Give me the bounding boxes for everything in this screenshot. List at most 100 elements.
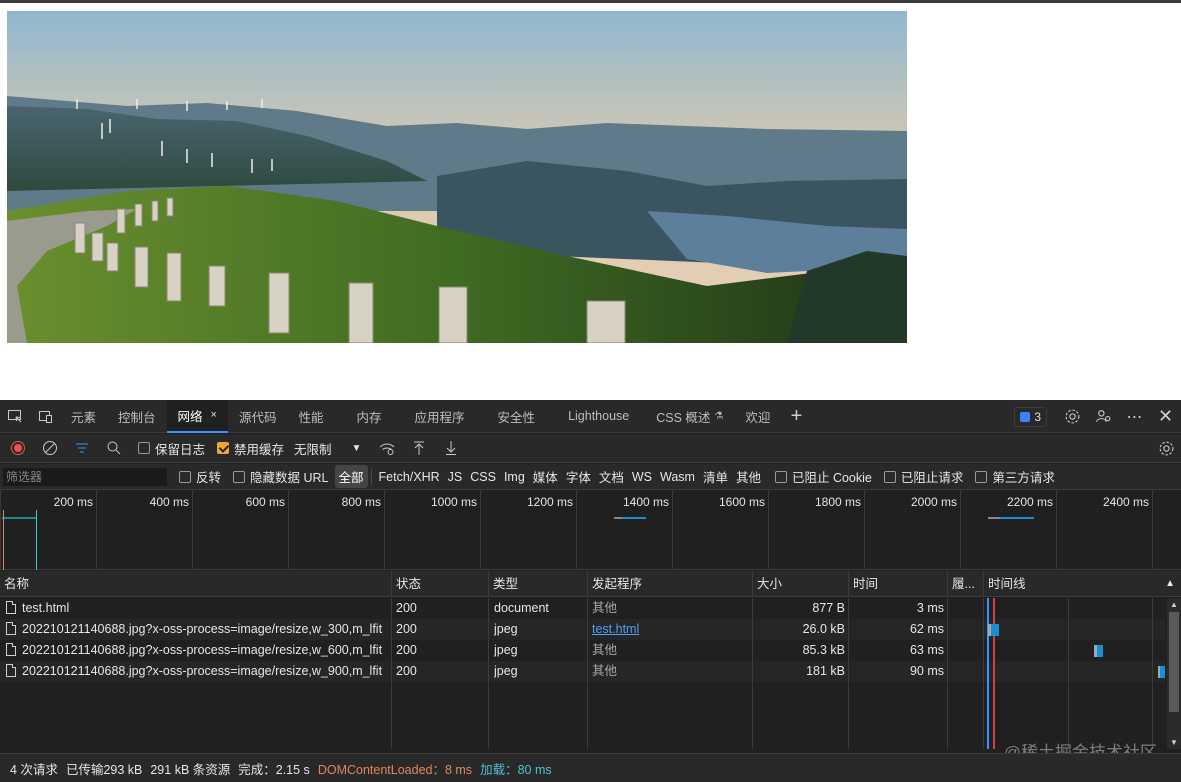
column-header-time[interactable]: 时间	[849, 571, 948, 597]
cell-type: jpeg	[494, 622, 518, 636]
search-button[interactable]	[98, 434, 130, 463]
type-filter-js[interactable]: JS	[444, 468, 467, 486]
record-icon	[11, 441, 25, 455]
preserve-log-label: 保留日志	[155, 442, 206, 457]
column-header-priority[interactable]: 履...	[948, 571, 984, 597]
type-filter-other[interactable]: 其他	[732, 465, 765, 488]
tab-lighthouse[interactable]: Lighthouse	[557, 400, 645, 433]
table-row[interactable]: test.html 200 document 其他 877 B 3 ms	[0, 598, 1165, 619]
tab-security[interactable]: 安全性	[487, 400, 558, 433]
close-devtools-button[interactable]: ✕	[1150, 400, 1181, 433]
tab-elements[interactable]: 元素	[60, 400, 107, 433]
third-party-checkbox[interactable]: 第三方请求	[975, 467, 1055, 486]
filter-input[interactable]: 筛选器	[3, 467, 167, 486]
request-name: 202210121140688.jpg?x-oss-process=image/…	[22, 664, 383, 678]
clear-button[interactable]	[34, 434, 66, 463]
type-filter-doc[interactable]: 文档	[595, 465, 628, 488]
tick-label: 2400 ms	[1102, 495, 1149, 509]
timeline-tick: 1200 ms	[480, 490, 576, 570]
inspect-icon[interactable]	[0, 400, 30, 433]
throttling-select[interactable]: 无限制 ▼	[294, 439, 361, 458]
table-scrollbar[interactable]: ▲ ▼	[1167, 598, 1181, 749]
table-header: 名称 状态 类型 发起程序 大小 时间 履... 时间线 ▲	[0, 571, 1181, 597]
cell-status: 200	[396, 643, 417, 657]
clear-icon	[43, 441, 57, 455]
column-header-type[interactable]: 类型	[489, 571, 588, 597]
filter-toggle-button[interactable]	[66, 434, 98, 463]
filter-bar: 筛选器 反转 隐藏数据 URL 全部 Fetch/XHR JS CSS Img …	[0, 464, 1181, 490]
tick-label: 1600 ms	[718, 495, 765, 509]
scrollbar-thumb[interactable]	[1169, 612, 1179, 712]
filter-icon	[76, 443, 88, 453]
tab-network[interactable]: 网络 ×	[166, 399, 228, 433]
hide-data-urls-checkbox[interactable]: 隐藏数据 URL	[233, 467, 329, 486]
close-tab-icon[interactable]: ×	[211, 409, 217, 421]
type-filter-manifest[interactable]: 清单	[699, 465, 732, 488]
overview-timeline[interactable]: 200 ms 400 ms 600 ms 800 ms 1000 ms 1200…	[0, 490, 1181, 570]
disable-cache-checkbox[interactable]: 禁用缓存	[217, 439, 284, 458]
preserve-log-checkbox[interactable]: 保留日志	[138, 439, 205, 458]
column-header-size[interactable]: 大小	[753, 571, 849, 597]
type-filter-img[interactable]: Img	[500, 468, 529, 486]
blocked-requests-checkbox[interactable]: 已阻止请求	[883, 467, 963, 486]
checkbox-box	[774, 470, 787, 483]
scroll-down-icon[interactable]: ▼	[1170, 738, 1178, 747]
customize-button[interactable]	[1088, 400, 1119, 433]
tab-sources[interactable]: 源代码	[228, 400, 288, 433]
column-divider	[947, 598, 948, 749]
tab-css-overview[interactable]: CSS 概述 ⚗	[645, 400, 734, 433]
cell-type: jpeg	[494, 664, 518, 678]
column-header-name[interactable]: 名称	[0, 571, 392, 597]
timeline-tick: 800 ms	[288, 490, 384, 570]
table-body: test.html 200 document 其他 877 B 3 ms 202…	[0, 598, 1181, 749]
cell-size: 877 B	[812, 601, 845, 615]
column-header-initiator[interactable]: 发起程序	[588, 571, 753, 597]
export-har-button[interactable]	[435, 434, 467, 463]
type-filter-all[interactable]: 全部	[334, 465, 368, 488]
cell-name: 202210121140688.jpg?x-oss-process=image/…	[0, 661, 390, 682]
cell-type: jpeg	[494, 643, 518, 657]
add-tab-button[interactable]: +	[781, 400, 811, 433]
issues-counter-button[interactable]: 3	[1014, 406, 1047, 427]
header-label: 履...	[952, 577, 975, 591]
wifi-settings-icon	[380, 443, 395, 455]
type-filter-css[interactable]: CSS	[466, 468, 500, 486]
type-filter-media[interactable]: 媒体	[529, 465, 562, 488]
request-count: 4 次请求	[10, 762, 58, 777]
close-icon: ✕	[1157, 406, 1174, 426]
settings-button[interactable]	[1057, 400, 1088, 433]
dropdown-caret-icon: ▼	[351, 442, 362, 454]
type-filter-ws[interactable]: WS	[628, 468, 656, 486]
overview-request-bar	[622, 517, 646, 519]
device-toggle-icon[interactable]	[30, 400, 60, 433]
tab-application[interactable]: 应用程序	[404, 400, 487, 433]
type-filter-font[interactable]: 字体	[562, 465, 595, 488]
type-filter-fetch-xhr[interactable]: Fetch/XHR	[375, 468, 444, 486]
initiator-link[interactable]: test.html	[592, 619, 750, 640]
header-label: 时间	[853, 577, 879, 591]
import-har-button[interactable]	[403, 434, 435, 463]
transferred-size: 已传输293 kB	[65, 762, 143, 777]
type-filter-wasm[interactable]: Wasm	[656, 468, 699, 486]
blocked-cookies-checkbox[interactable]: 已阻止 Cookie	[774, 467, 872, 486]
cell-size: 181 kB	[806, 664, 845, 678]
scroll-up-icon[interactable]: ▲	[1170, 600, 1178, 609]
network-conditions-button[interactable]	[371, 434, 403, 463]
tab-label: 内存	[356, 410, 382, 425]
invert-checkbox[interactable]: 反转	[179, 467, 221, 486]
column-header-status[interactable]: 状态	[392, 571, 489, 597]
tab-welcome[interactable]: 欢迎	[734, 400, 781, 433]
tab-memory[interactable]: 内存	[335, 400, 404, 433]
waterfall-bar	[991, 624, 999, 636]
table-row[interactable]: 202210121140688.jpg?x-oss-process=image/…	[0, 661, 1165, 682]
tab-label: 网络	[177, 409, 203, 424]
more-options-button[interactable]: ⋯	[1119, 400, 1150, 433]
table-row[interactable]: 202210121140688.jpg?x-oss-process=image/…	[0, 640, 1165, 661]
column-header-waterfall[interactable]: 时间线 ▲	[984, 571, 1181, 597]
tab-performance[interactable]: 性能	[288, 400, 335, 433]
network-settings-button[interactable]	[1158, 434, 1175, 463]
devtools-tabbar: 元素 控制台 网络 × 源代码 性能 内存 应用程序 安全性 Lighthouse…	[0, 399, 1181, 433]
tab-console[interactable]: 控制台	[107, 400, 167, 433]
gear-icon	[1065, 409, 1080, 424]
record-button[interactable]	[2, 434, 34, 463]
